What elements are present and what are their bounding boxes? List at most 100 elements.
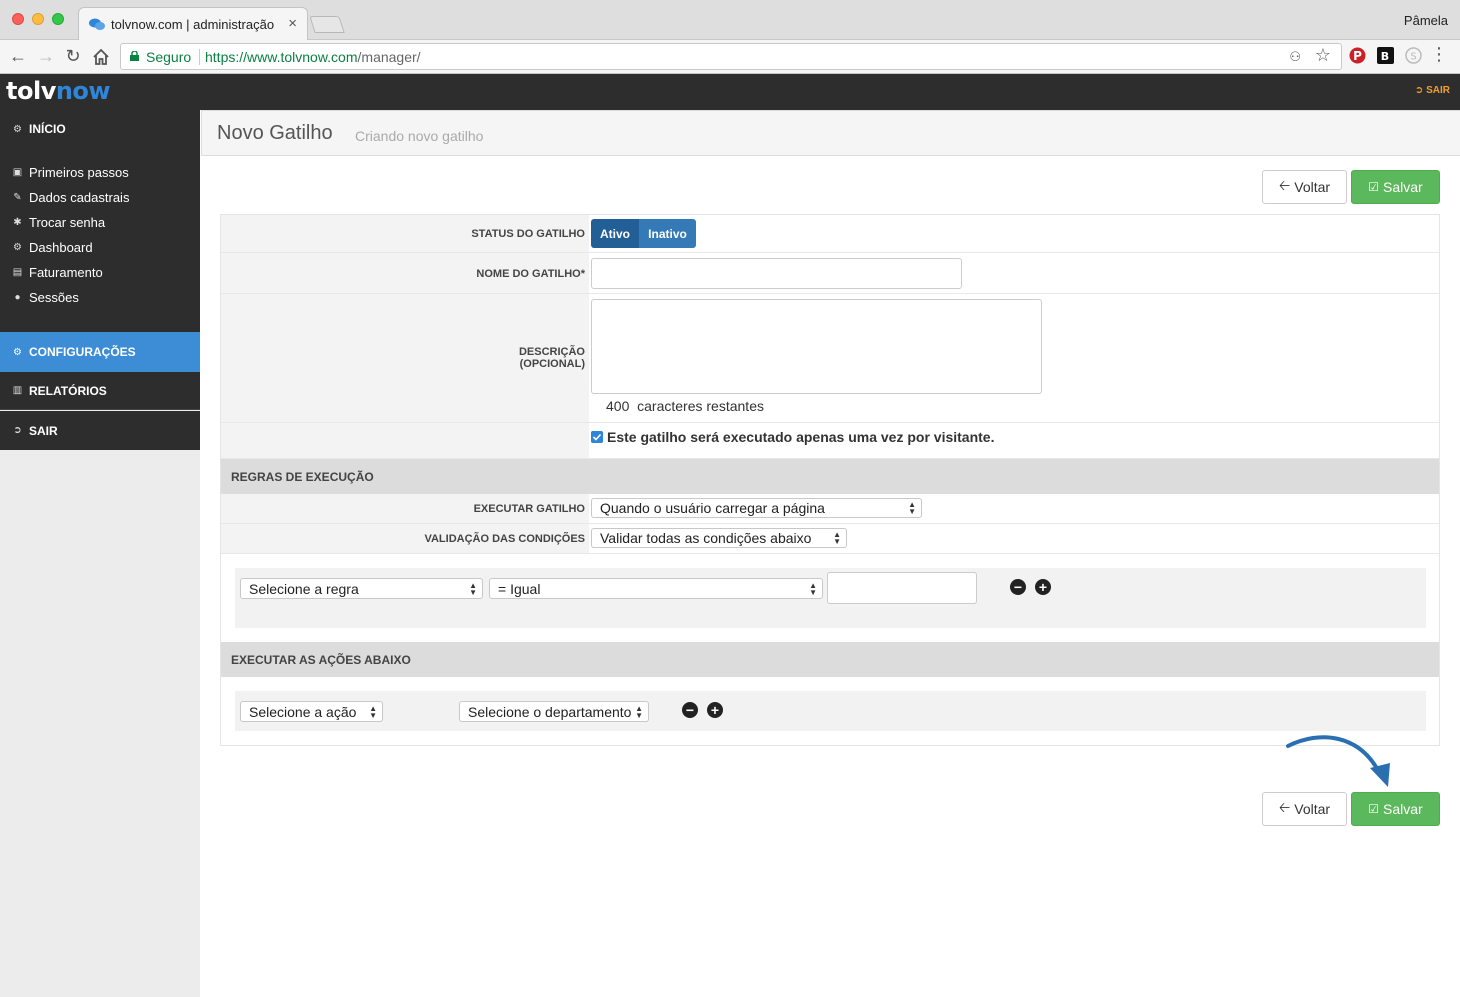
arrow-left-icon: 🡠 — [1278, 799, 1291, 815]
back-arrow-icon[interactable]: ← — [8, 46, 28, 66]
check-square-icon: ☑ — [1368, 180, 1380, 194]
once-checkbox[interactable] — [591, 431, 603, 443]
rule-select-value: Selecione a regra — [249, 580, 359, 597]
tab-title: tolvnow.com | administração — [111, 17, 275, 32]
curved-arrow-icon — [1286, 735, 1390, 787]
browser-menu-icon[interactable]: ⋮ — [1430, 45, 1448, 63]
status-active-button[interactable]: Ativo — [591, 219, 639, 248]
pinterest-icon[interactable]: P — [1349, 47, 1366, 64]
trigger-form: STATUS DO GATILHO Ativo Inativo NOME DO … — [220, 214, 1440, 746]
bookmark-star-icon[interactable]: ☆ — [1315, 45, 1331, 66]
validation-label: VALIDAÇÃO DAS CONDIÇÕES — [424, 533, 585, 545]
validation-row: VALIDAÇÃO DAS CONDIÇÕES Validar todas as… — [221, 524, 1439, 554]
select-arrows-icon: ▲ ▼ — [369, 703, 377, 720]
description-label-line1: DESCRIÇÃO — [518, 346, 585, 358]
action-select[interactable]: Selecione a ação ▲ ▼ — [240, 701, 383, 722]
remove-action-icon[interactable]: − — [682, 702, 698, 718]
sidebar-item-dashboard[interactable]: ⚙ Dashboard — [12, 240, 93, 255]
reload-icon[interactable]: ↻ — [63, 46, 83, 66]
sidebar-item-trocar-senha[interactable]: ✱ Trocar senha — [12, 215, 105, 230]
execute-select[interactable]: Quando o usuário carregar a página ▲ ▼ — [591, 498, 922, 518]
save-button-top[interactable]: ☑ Salvar — [1351, 170, 1440, 204]
logo-part1: tolv — [6, 77, 56, 105]
validation-select-value: Validar todas as condições abaixo — [600, 530, 812, 546]
name-row: NOME DO GATILHO* — [221, 253, 1439, 294]
back-button-label: Voltar — [1294, 801, 1331, 817]
rule-condition-box: Selecione a regra ▲ ▼ = Igual ▲ ▼ − + — [235, 568, 1426, 628]
maximize-window-button[interactable] — [52, 13, 64, 25]
money-icon: ▤ — [12, 267, 23, 278]
validation-select[interactable]: Validar todas as condições abaixo ▲ ▼ — [591, 528, 847, 548]
char-counter: 400 caracteres restantes — [606, 398, 764, 414]
status-inactive-button[interactable]: Inativo — [639, 219, 696, 248]
description-textarea[interactable] — [591, 299, 1042, 394]
description-label-cell: DESCRIÇÃO (OPCIONAL) — [221, 294, 589, 422]
select-arrows-icon: ▲ ▼ — [908, 500, 916, 516]
edit-icon: ✎ — [13, 192, 22, 203]
once-label-cell — [221, 423, 589, 458]
select-arrows-icon: ▲ ▼ — [469, 580, 477, 597]
sidebar-item-sair[interactable]: ➲ SAIR — [0, 411, 200, 450]
sidebar-item-dados-cadastrais[interactable]: ✎ Dados cadastrais — [12, 190, 129, 205]
key-icon[interactable]: ⚇ — [1289, 49, 1301, 65]
status-label-cell: STATUS DO GATILHO — [221, 215, 589, 252]
sidebar-item-label: Primeiros passos — [29, 165, 129, 180]
url-host: https://www.tolvnow.com — [205, 49, 358, 65]
sidebar-submenu: ▣ Primeiros passos ✎ Dados cadastrais ✱ … — [0, 148, 200, 332]
header-logout-link[interactable]: ➲ SAIR — [1415, 85, 1450, 96]
rule-select[interactable]: Selecione a regra ▲ ▼ — [240, 578, 483, 599]
rules-section-title: REGRAS DE EXECUÇÃO — [231, 469, 374, 484]
rule-value-input[interactable] — [827, 572, 977, 604]
header-logout-label: SAIR — [1426, 85, 1450, 96]
sidebar-item-sessoes[interactable]: ● Sessões — [12, 290, 78, 305]
name-input[interactable] — [591, 258, 962, 289]
briefcase-icon: ▣ — [12, 167, 23, 178]
status-toggle: Ativo Inativo — [591, 219, 696, 248]
logo[interactable]: tolvnow — [6, 77, 111, 105]
user-icon: ● — [14, 292, 21, 303]
sidebar-sair-label: SAIR — [29, 423, 58, 438]
department-select-value: Selecione o departamento — [468, 703, 632, 720]
select-arrows-icon: ▲ ▼ — [833, 530, 841, 546]
add-rule-icon[interactable]: + — [1035, 579, 1051, 595]
back-button-top[interactable]: 🡠 Voltar — [1262, 170, 1347, 204]
forward-arrow-icon[interactable]: → — [36, 46, 56, 66]
sidebar-item-faturamento[interactable]: ▤ Faturamento — [12, 265, 103, 280]
add-action-icon[interactable]: + — [707, 702, 723, 718]
save-button-bottom[interactable]: ☑ Salvar — [1351, 792, 1440, 826]
svg-text:S: S — [1410, 52, 1416, 63]
address-bar[interactable]: Seguro https://www.tolvnow.com/manager/ … — [120, 43, 1342, 70]
sidebar-item-home[interactable]: ⚙ INÍCIO — [0, 110, 200, 148]
name-label-cell: NOME DO GATILHO* — [221, 253, 589, 293]
extension-b-icon[interactable]: B — [1377, 47, 1394, 64]
app-header: tolvnow ➲ SAIR — [0, 74, 1460, 110]
department-select[interactable]: Selecione o departamento ▲ ▼ — [459, 701, 649, 722]
back-button-bottom[interactable]: 🡠 Voltar — [1262, 792, 1347, 826]
sidebar-item-configuracoes[interactable]: ⚙ CONFIGURAÇÕES — [0, 332, 200, 372]
rule-condition-row: Selecione a regra ▲ ▼ = Igual ▲ ▼ − + — [221, 554, 1439, 642]
minimize-window-button[interactable] — [32, 13, 44, 25]
secure-label: Seguro — [146, 49, 192, 65]
home-icon[interactable] — [91, 47, 111, 67]
sidebar-item-primeiros-passos[interactable]: ▣ Primeiros passos — [12, 165, 129, 180]
action-box: Selecione a ação ▲ ▼ Selecione o departam… — [235, 691, 1426, 731]
page-subtitle: Criando novo gatilho — [355, 128, 484, 144]
tab-close-icon[interactable]: × — [288, 15, 297, 32]
sidebar-item-label: Dashboard — [29, 240, 93, 255]
save-button-label: Salvar — [1383, 179, 1423, 195]
actions-section-header: EXECUTAR AS AÇÕES ABAIXO — [221, 642, 1439, 677]
profile-name[interactable]: Pâmela — [1404, 13, 1448, 28]
new-tab-button[interactable] — [309, 16, 345, 33]
status-row: STATUS DO GATILHO Ativo Inativo — [221, 215, 1439, 253]
execute-label: EXECUTAR GATILHO — [473, 503, 585, 515]
url-text[interactable]: https://www.tolvnow.com/manager/ — [205, 49, 421, 65]
sidebar-item-relatorios[interactable]: ▥ RELATÓRIOS — [0, 372, 200, 410]
browser-tab[interactable]: tolvnow.com | administração × — [78, 7, 308, 41]
operator-select[interactable]: = Igual ▲ ▼ — [489, 578, 823, 599]
chat-bubbles-icon — [89, 18, 105, 30]
status-label: STATUS DO GATILHO — [471, 228, 585, 240]
skype-icon[interactable]: S — [1405, 47, 1422, 64]
remove-rule-icon[interactable]: − — [1010, 579, 1026, 595]
close-window-button[interactable] — [12, 13, 24, 25]
svg-text:P: P — [1353, 49, 1362, 63]
